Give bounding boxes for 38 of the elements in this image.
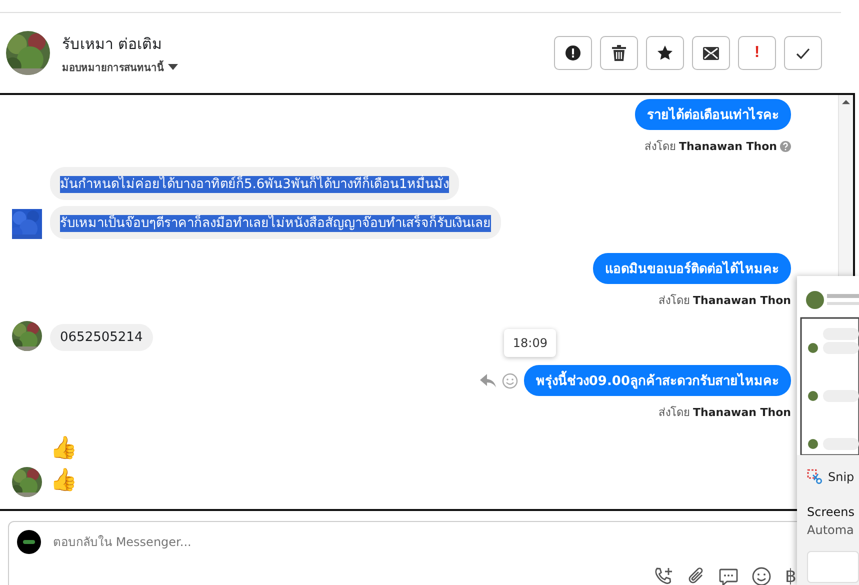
message-bubble: 0652505214: [50, 324, 153, 351]
help-icon[interactable]: [780, 140, 791, 152]
page-avatar-icon: [17, 530, 41, 554]
delete-button[interactable]: [600, 36, 638, 70]
sent-by-text: ส่งโดย Thanawan Thon: [644, 139, 777, 155]
check-icon: [796, 48, 810, 58]
contact-name: รับเหมา ต่อเติม: [62, 34, 163, 54]
notification-text: Automa: [807, 523, 855, 537]
message-bubble: รายได้ต่อเดือนเท่าไรคะ: [635, 99, 791, 130]
sent-by-text: ส่งโดย Thanawan Thon: [658, 293, 791, 309]
message-bubble: พรุ่งนี้ช่วง09.00ลูกค้าสะดวกรับสายไหมคะ: [524, 365, 791, 396]
scissors-icon: [807, 469, 823, 485]
smiley-icon[interactable]: [752, 567, 771, 585]
thumbs-up-emoji: 👍: [50, 435, 77, 463]
phone-add-icon[interactable]: [654, 567, 673, 585]
message-bubble: รับเหมาเป็นจ๊อบๆตีราคาก็ลงมือทำเลยไม่หนังสือสัญญาจ๊อบทำเสร็จก็รับเงินเลย: [50, 206, 501, 239]
envelope-icon: [703, 46, 719, 60]
info-button[interactable]: [554, 36, 592, 70]
chat-icon[interactable]: [719, 568, 738, 585]
sent-by-text: ส่งโดย Thanawan Thon: [658, 405, 791, 421]
message-bubble: แอดมินขอเบอร์ติดต่อได้ไหมคะ: [593, 253, 791, 284]
caret-icon[interactable]: [168, 64, 178, 70]
trash-icon: [612, 45, 626, 61]
time-tooltip: 18:09: [504, 329, 556, 357]
mail-button[interactable]: [692, 36, 730, 70]
app-name: Snip: [828, 470, 854, 484]
done-button[interactable]: [784, 36, 822, 70]
currency-button[interactable]: ฿: [785, 566, 796, 585]
notification-title: Screens: [807, 505, 856, 519]
reply-icon[interactable]: [480, 374, 496, 388]
paperclip-icon[interactable]: [687, 567, 705, 585]
assign-dropdown[interactable]: มอบหมายการสนทนานี้: [62, 60, 164, 74]
star-icon: [657, 45, 673, 61]
star-button[interactable]: [646, 36, 684, 70]
flag-button[interactable]: !: [738, 36, 776, 70]
thumbs-up-emoji: 👍: [50, 467, 77, 495]
message-bubble: มันกำหนดไม่ค่อยได้บางอาทิตย์ก็5.6พัน3พันก็ได้บางทีก็เดือน1หมื่นมั่ง: [50, 167, 460, 200]
alert-icon: [565, 45, 581, 61]
